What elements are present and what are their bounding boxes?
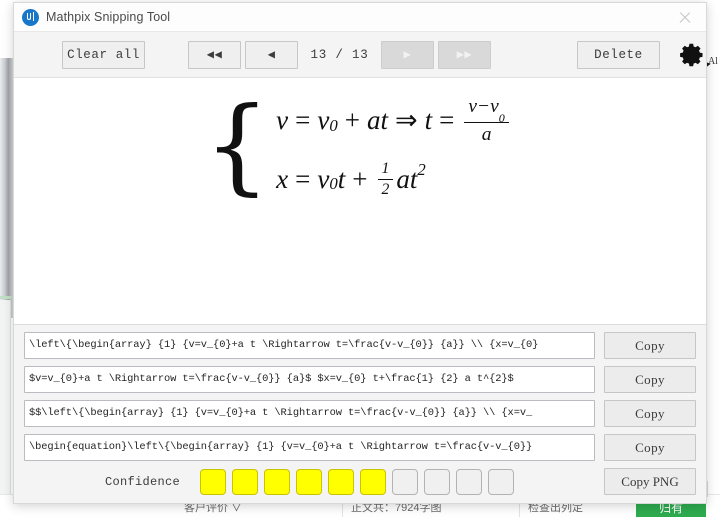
background-left-accent	[0, 296, 12, 299]
page-counter: 13 / 13	[310, 47, 369, 62]
eq1-implies-icon: ⇒	[395, 105, 418, 136]
eq2-lhs: x	[276, 163, 289, 194]
confidence-box	[200, 468, 226, 495]
eq2-equals: =	[295, 163, 311, 194]
clear-all-button[interactable]: Clear all	[62, 40, 146, 69]
rendered-equation: { v = v0 + at ⇒ t = v−v0 a x = v 0 t + 1…	[204, 83, 512, 206]
chevron-right-icon: ▶	[403, 47, 412, 62]
eq1-fraction: v−v0 a	[464, 96, 509, 146]
equation-line-1: v = v0 + at ⇒ t = v−v0 a	[276, 96, 512, 146]
eq1-num-v0-subscript: 0	[498, 110, 505, 125]
copy-button-4[interactable]: Copy	[604, 434, 696, 461]
screen-root: 5 Al e in ta p of k s ol s ts 客户评价 ∨ 正文共…	[0, 0, 720, 517]
confidence-box	[488, 468, 514, 495]
eq2-fraction: 1 2	[377, 159, 394, 199]
eq1-equals: =	[295, 105, 311, 136]
copy-button-1[interactable]: Copy	[604, 332, 696, 359]
confidence-box	[232, 468, 258, 495]
eq1-lhs: v	[276, 105, 289, 136]
result-row: $$\left\{\begin{array} {1} {v=v_{0}+a t …	[24, 400, 696, 427]
confidence-box	[296, 468, 322, 495]
eq2-plus: +	[352, 163, 368, 194]
confidence-boxes	[200, 468, 514, 495]
background-left-panel	[0, 58, 14, 318]
eq2-fraction-numerator: 1	[381, 159, 390, 177]
eq1-num-v0: v	[490, 96, 499, 117]
eq2-t: t	[337, 163, 346, 194]
nav-group-prev: ◀◀ ◀	[188, 40, 299, 69]
confidence-label: Confidence	[104, 474, 180, 489]
equation-preview: { v = v0 + at ⇒ t = v−v0 a x = v 0 t + 1…	[14, 78, 706, 324]
copy-png-button[interactable]: Copy PNG	[604, 468, 696, 495]
results-panel: \left\{\begin{array} {1} {v=v_{0}+a t \R…	[14, 324, 706, 503]
confidence-row: Confidence Copy PNG	[24, 468, 696, 495]
confidence-box	[424, 468, 450, 495]
copy-button-3[interactable]: Copy	[604, 400, 696, 427]
confidence-box	[392, 468, 418, 495]
eq1-num-minus: −	[477, 96, 491, 117]
latex-field-1[interactable]: \left\{\begin{array} {1} {v=v_{0}+a t \R…	[24, 332, 595, 359]
last-page-button[interactable]: ▶▶	[437, 40, 491, 69]
result-row: $v=v_{0}+a t \Rightarrow t=\frac{v-v_{0}…	[24, 366, 696, 393]
result-row: \begin{equation}\left\{\begin{array} {1}…	[24, 434, 696, 461]
confidence-box	[264, 468, 290, 495]
eq2-fraction-denominator: 2	[377, 178, 394, 199]
confidence-box	[456, 468, 482, 495]
confidence-box	[360, 468, 386, 495]
delete-button[interactable]: Delete	[576, 40, 661, 69]
copy-button-2[interactable]: Copy	[604, 366, 696, 393]
chevron-left-icon: ◀	[267, 47, 276, 62]
eq1-num-v: v	[468, 96, 478, 117]
background-left-panel-lower	[0, 300, 11, 500]
latex-field-4[interactable]: \begin{equation}\left\{\begin{array} {1}…	[24, 434, 595, 461]
prev-page-button[interactable]: ◀	[245, 40, 299, 69]
eq1-v0: v	[317, 105, 330, 136]
eq2-v0-subscript: 0	[329, 174, 338, 194]
confidence-box	[328, 468, 354, 495]
double-chevron-right-icon: ▶▶	[456, 47, 473, 62]
gear-icon[interactable]	[678, 41, 706, 69]
eq1-v0-subscript: 0	[329, 115, 338, 135]
first-page-button[interactable]: ◀◀	[188, 40, 242, 69]
eq2-exponent: 2	[417, 160, 426, 180]
eq1-at: at	[366, 105, 388, 136]
toolbar: Clear all ◀◀ ◀ 13 / 13 ▶ ▶▶ Delete	[14, 32, 706, 78]
latex-field-3[interactable]: $$\left\{\begin{array} {1} {v=v_{0}+a t …	[24, 400, 595, 427]
equation-line-2: x = v0t + 1 2 at 2	[276, 160, 512, 199]
window-title: Mathpix Snipping Tool	[46, 10, 171, 24]
equation-lines: v = v0 + at ⇒ t = v−v0 a x = v 0 t + 1 2…	[276, 96, 512, 199]
eq1-t: t	[424, 105, 433, 136]
eq1-fraction-denominator: a	[464, 121, 509, 146]
equation-brace: {	[204, 83, 271, 206]
nav-group-next: ▶ ▶▶	[380, 40, 491, 69]
mathpix-window: Mathpix Snipping Tool Clear all ◀◀ ◀ 13 …	[13, 2, 707, 504]
eq1-plus: +	[344, 105, 360, 136]
eq1-equals-2: =	[439, 105, 455, 136]
result-row: \left\{\begin{array} {1} {v=v_{0}+a t \R…	[24, 332, 696, 359]
eq1-fraction-numerator: v−v0	[464, 96, 508, 125]
eq2-v0: v	[317, 163, 330, 194]
mathpix-logo-icon	[22, 8, 39, 26]
close-icon[interactable]	[674, 6, 696, 28]
double-chevron-left-icon: ◀◀	[206, 47, 223, 62]
next-page-button[interactable]: ▶	[380, 40, 434, 69]
latex-field-2[interactable]: $v=v_{0}+a t \Rightarrow t=\frac{v-v_{0}…	[24, 366, 595, 393]
title-bar: Mathpix Snipping Tool	[14, 3, 706, 32]
eq2-at: at	[396, 163, 418, 194]
confidence-meter: Confidence	[24, 468, 595, 495]
